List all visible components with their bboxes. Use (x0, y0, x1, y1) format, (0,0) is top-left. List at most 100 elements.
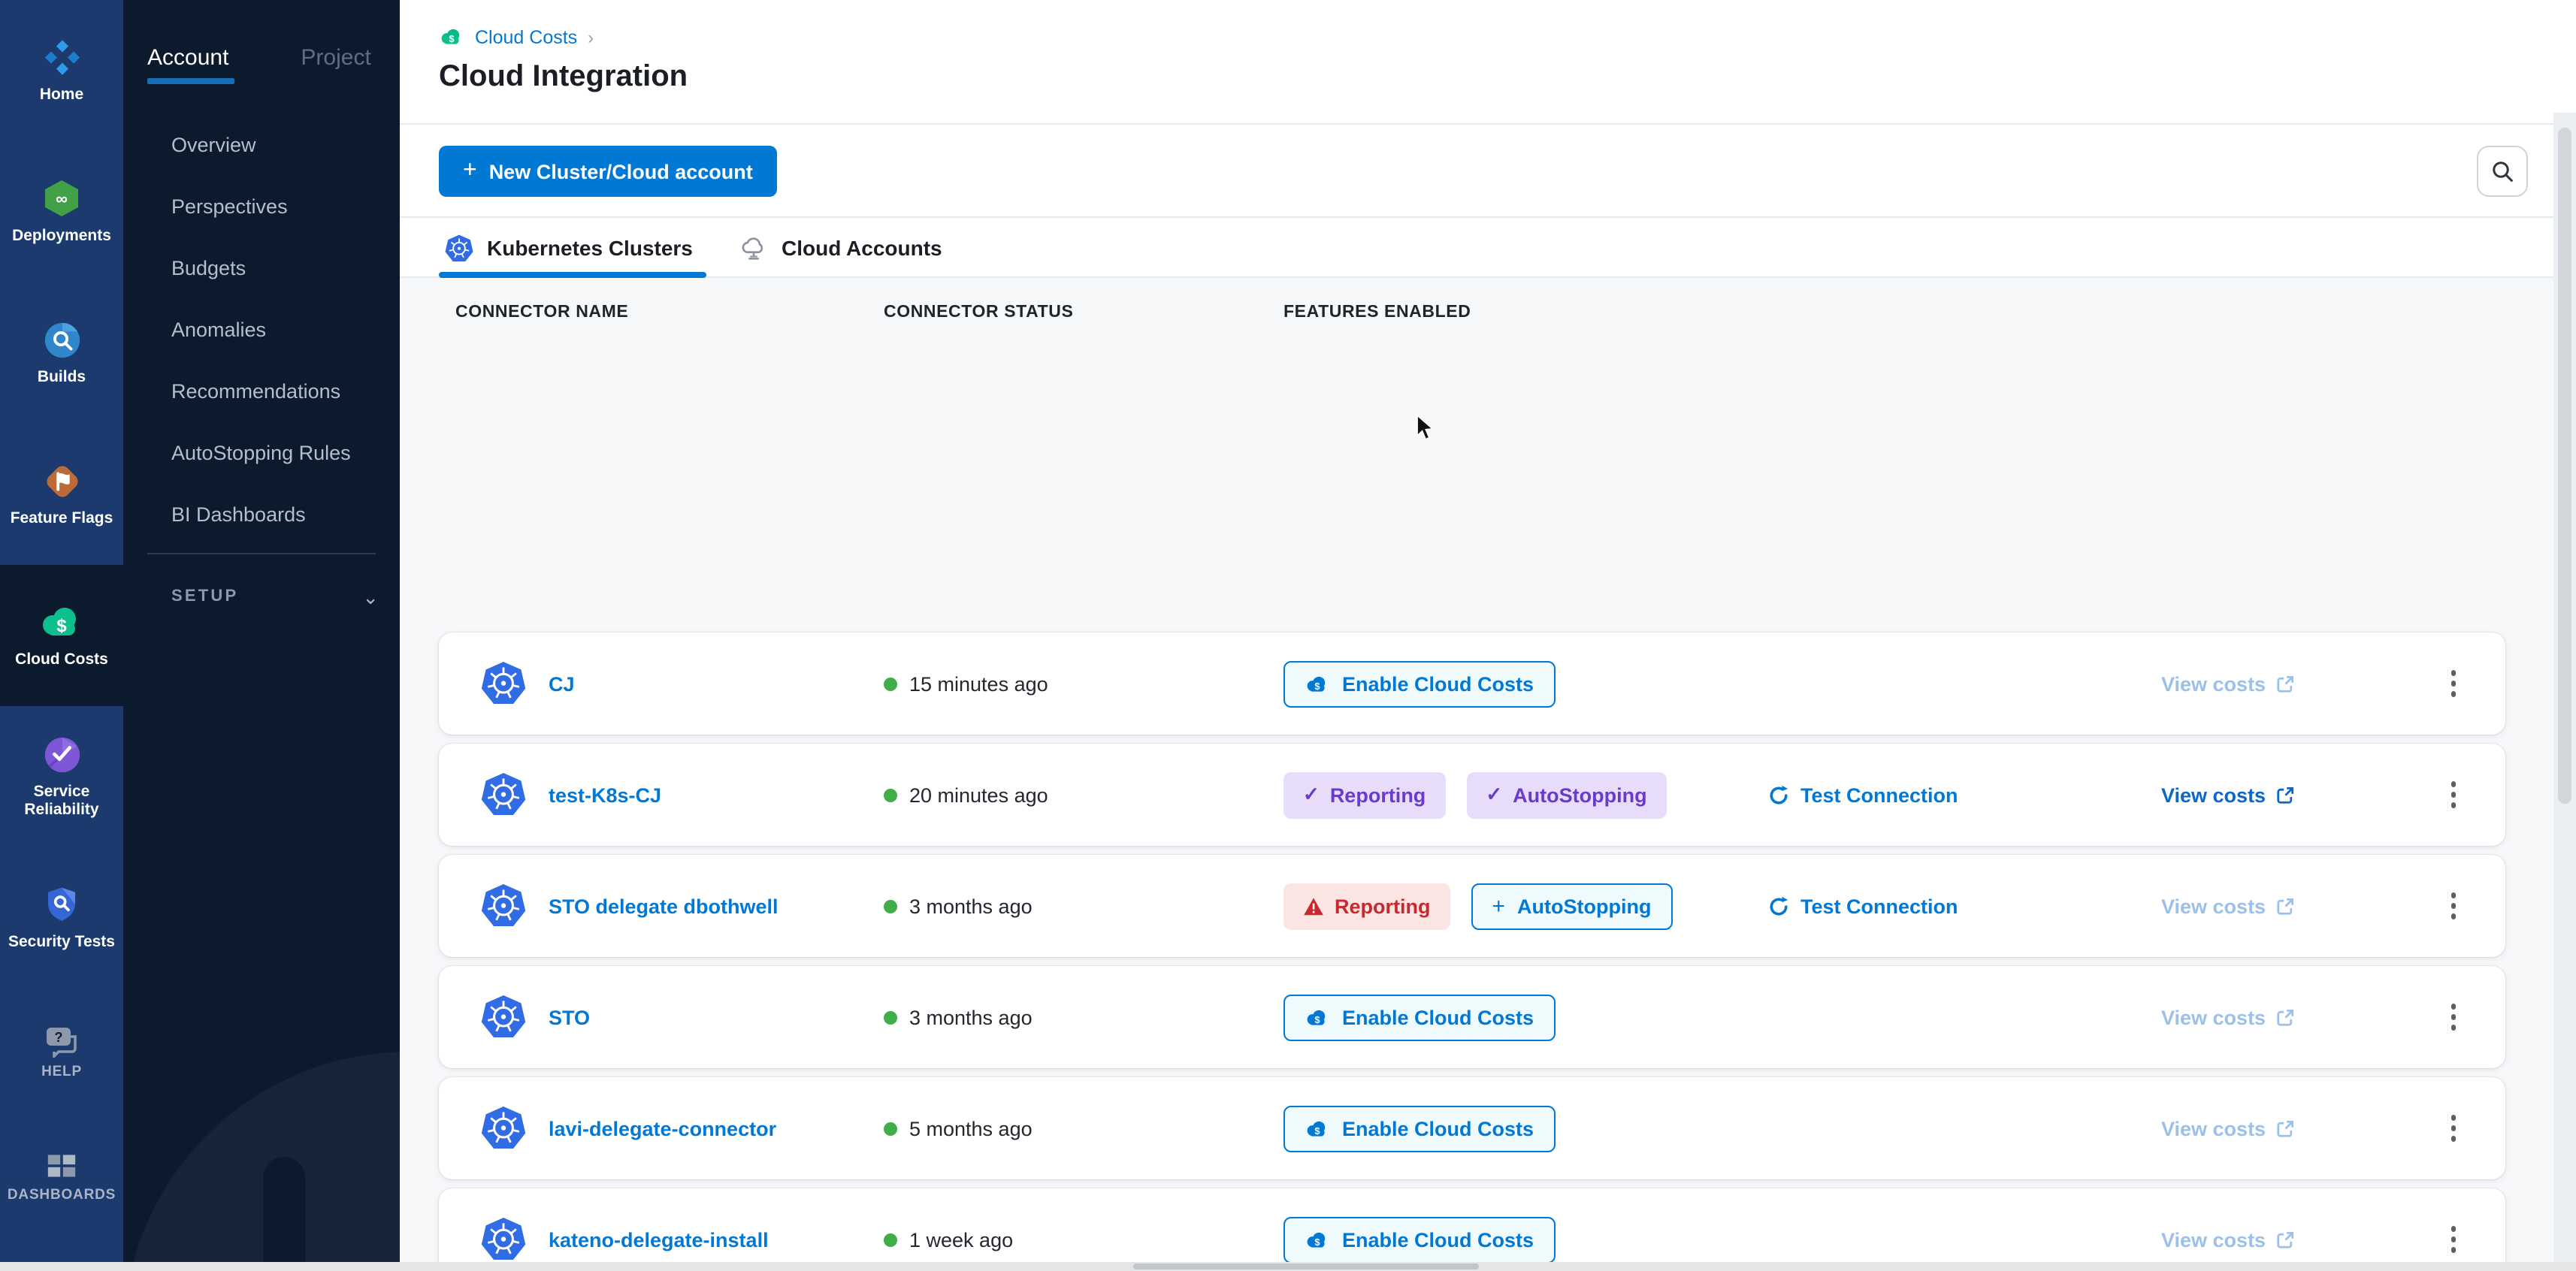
sidebar-item-label: Cloud Costs (15, 651, 108, 669)
view-costs-link[interactable]: View costs (2161, 895, 2294, 917)
sidenav-item-budgets[interactable]: Budgets (171, 237, 388, 299)
setup-section-toggle[interactable]: SETUP ⌄ (171, 580, 379, 613)
connector-name-link[interactable]: STO (549, 1006, 590, 1028)
enable-cloud-costs-button[interactable]: $ Enable Cloud Costs (1283, 994, 1555, 1040)
row-menu-kebab-button[interactable] (2439, 1221, 2469, 1259)
horizontal-scrollbar[interactable] (0, 1262, 2576, 1271)
check-icon: ✓ (1486, 783, 1502, 807)
module-rail: Home ∞ Deployments Builds Feature Flags … (0, 0, 123, 1271)
sidebar-item-security-tests[interactable]: Security Tests (0, 847, 123, 989)
autostopping-enabled-badge: ✓ AutoStopping (1466, 771, 1666, 818)
new-cluster-cloud-account-button[interactable]: + New Cluster/Cloud account (439, 146, 777, 197)
sidebar-item-feature-flags[interactable]: Feature Flags (0, 424, 123, 565)
cloud-accounts-icon (739, 234, 768, 262)
cloud-costs-side-panel: Account Project Overview Perspectives Bu… (123, 0, 400, 1271)
main-content: $ Cloud Costs › Cloud Integration + New … (400, 0, 2576, 1271)
add-autostopping-button[interactable]: + AutoStopping (1471, 883, 1673, 929)
sidebar-item-label: Builds (38, 368, 86, 386)
sidebar-item-label: Security Tests (8, 933, 115, 951)
sidebar-item-label: HELP (41, 1065, 82, 1082)
sidebar-item-dashboards[interactable]: DASHBOARDS (0, 1118, 123, 1238)
sidenav-item-bi-dashboards[interactable]: BI Dashboards (171, 484, 388, 545)
column-header-connector-status: CONNECTOR STATUS (884, 303, 1073, 322)
kubernetes-icon (481, 1217, 526, 1262)
enable-cloud-costs-button[interactable]: $ Enable Cloud Costs (1283, 1216, 1555, 1263)
sidenav-item-overview[interactable]: Overview (171, 114, 388, 176)
connector-name-link[interactable]: CJ (549, 672, 575, 695)
row-menu-kebab-button[interactable] (2439, 776, 2469, 814)
page-header: $ Cloud Costs › Cloud Integration (400, 0, 2576, 123)
breadcrumb-cloud-costs-link[interactable]: Cloud Costs (475, 26, 577, 47)
connector-name-link[interactable]: lavi-delegate-connector (549, 1117, 776, 1140)
search-button[interactable] (2477, 146, 2528, 197)
refresh-icon (1767, 895, 1790, 917)
sidenav-item-perspectives[interactable]: Perspectives (171, 176, 388, 237)
row-menu-kebab-button[interactable] (2439, 665, 2469, 703)
connector-name-link[interactable]: kateno-delegate-install (549, 1228, 769, 1251)
enable-cloud-costs-button[interactable]: $ Enable Cloud Costs (1283, 660, 1555, 707)
connector-name-link[interactable]: STO delegate dbothwell (549, 895, 779, 917)
svg-text:$: $ (449, 33, 454, 44)
external-link-icon (2275, 1230, 2294, 1249)
sidenav-item-anomalies[interactable]: Anomalies (171, 299, 388, 361)
row-menu-kebab-button[interactable] (2439, 887, 2469, 925)
test-connection-label: Test Connection (1800, 783, 1958, 806)
table-header-row: CONNECTOR NAME CONNECTOR STATUS FEATURES… (400, 303, 2553, 328)
sidebar-item-home[interactable]: Home (0, 0, 123, 141)
table-row: CJ 15 minutes ago $ Enable Cloud Costs ✓… (439, 632, 2505, 735)
vertical-scrollbar[interactable] (2553, 113, 2576, 1271)
tab-cloud-accounts[interactable]: Cloud Accounts (739, 218, 942, 278)
status-ok-icon (884, 788, 897, 802)
sidenav-item-autostopping-rules[interactable]: AutoStopping Rules (171, 422, 388, 484)
panel-watermark-bar (263, 1157, 305, 1271)
test-connection-link[interactable]: Test Connection (1767, 895, 1958, 917)
test-connection-label: Test Connection (1800, 895, 1958, 917)
sidenav-divider (147, 553, 376, 554)
panel-watermark (123, 1052, 400, 1271)
sidenav-item-recommendations[interactable]: Recommendations (171, 361, 388, 422)
tab-label: Kubernetes Clusters (487, 236, 693, 260)
enable-cloud-costs-label: Enable Cloud Costs (1342, 672, 1534, 695)
view-costs-link[interactable]: View costs (2161, 1117, 2294, 1140)
sidebar-item-label: DASHBOARDS (8, 1188, 116, 1205)
autostopping-label: AutoStopping (1517, 895, 1651, 917)
autostopping-label: AutoStopping (1513, 783, 1646, 806)
test-connection-link[interactable]: Test Connection (1767, 783, 1958, 806)
view-costs-link[interactable]: View costs (2161, 672, 2294, 695)
scope-tab-project[interactable]: Project (301, 45, 370, 71)
connector-name-link[interactable]: test-K8s-CJ (549, 783, 661, 806)
breadcrumb-separator: › (588, 26, 594, 47)
connector-status-text: 20 minutes ago (909, 783, 1048, 806)
sidebar-item-label: Deployments (12, 228, 111, 246)
enable-cloud-costs-label: Enable Cloud Costs (1342, 1117, 1534, 1140)
external-link-icon (2275, 674, 2294, 693)
view-costs-link[interactable]: View costs (2161, 1228, 2294, 1251)
reporting-label: Reporting (1335, 895, 1431, 917)
connector-status-text: 5 months ago (909, 1117, 1033, 1140)
sidebar-item-service-reliability[interactable]: Service Reliability (0, 706, 123, 847)
scope-tab-account[interactable]: Account (147, 45, 228, 71)
cloud-dollar-icon: $ (1305, 672, 1330, 695)
row-menu-kebab-button[interactable] (2439, 1109, 2469, 1148)
setup-label: SETUP (171, 587, 238, 605)
horizontal-scrollbar-thumb[interactable] (1133, 1263, 1479, 1269)
external-link-icon (2275, 896, 2294, 916)
sidebar-item-help[interactable]: ? HELP (0, 989, 123, 1118)
view-costs-link[interactable]: View costs (2161, 1006, 2294, 1028)
status-ok-icon (884, 1233, 897, 1246)
view-costs-link[interactable]: View costs (2161, 783, 2294, 806)
kubernetes-icon (481, 1106, 526, 1151)
sidebar-item-builds[interactable]: Builds (0, 282, 123, 424)
sidebar-item-cloud-costs[interactable]: $ Cloud Costs (0, 565, 123, 706)
harness-home-logo-icon (41, 38, 82, 78)
external-link-icon (2275, 785, 2294, 805)
column-header-connector-name: CONNECTOR NAME (455, 303, 628, 322)
enable-cloud-costs-label: Enable Cloud Costs (1342, 1228, 1534, 1251)
sidebar-item-deployments[interactable]: ∞ Deployments (0, 141, 123, 282)
active-tab-underline (439, 272, 706, 278)
enable-cloud-costs-button[interactable]: $ Enable Cloud Costs (1283, 1105, 1555, 1152)
vertical-scrollbar-thumb[interactable] (2558, 128, 2571, 804)
tab-kubernetes-clusters[interactable]: Kubernetes Clusters (445, 218, 693, 278)
row-menu-kebab-button[interactable] (2439, 998, 2469, 1037)
reporting-label: Reporting (1330, 783, 1426, 806)
